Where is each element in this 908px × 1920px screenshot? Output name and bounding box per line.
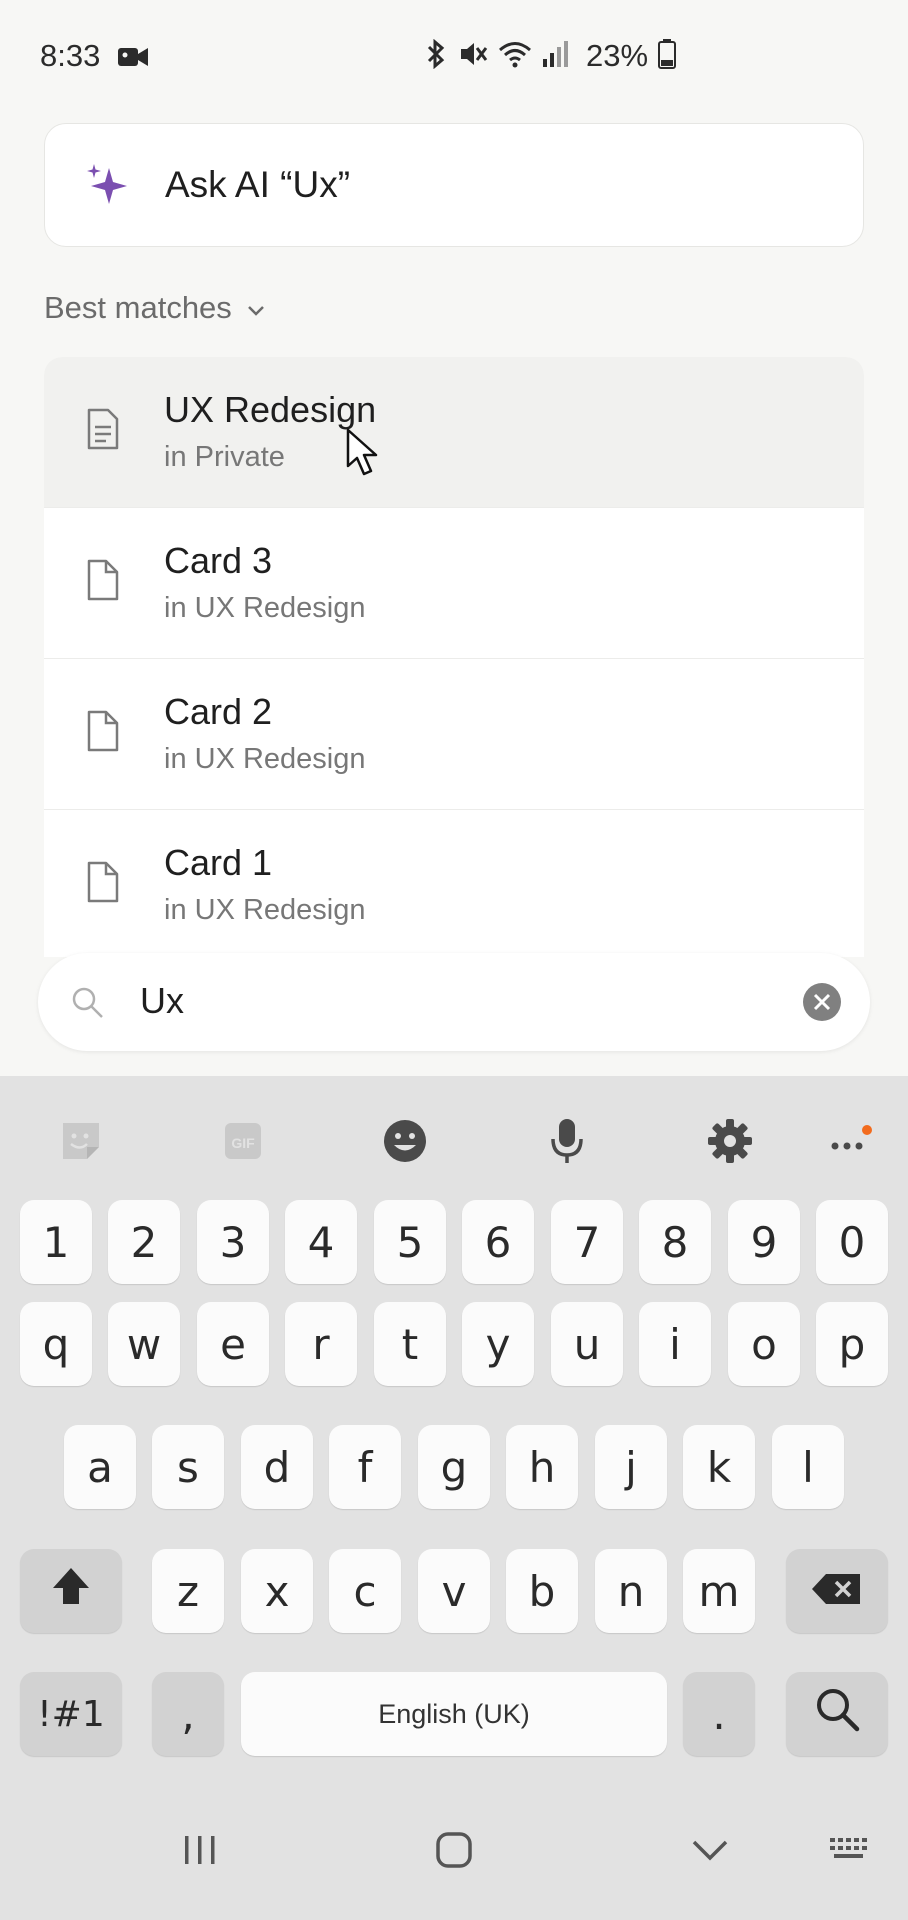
key-3[interactable]: 3: [197, 1200, 269, 1284]
shift-key[interactable]: [20, 1549, 122, 1633]
key-h[interactable]: h: [506, 1425, 578, 1509]
chevron-down-icon: [246, 290, 266, 326]
key-w[interactable]: w: [108, 1302, 180, 1386]
key-l[interactable]: l: [772, 1425, 844, 1509]
keyboard-switch-icon[interactable]: [828, 1830, 874, 1875]
key-1[interactable]: 1: [20, 1200, 92, 1284]
status-bar: 8:33 23%: [0, 0, 908, 112]
bluetooth-icon: [424, 38, 448, 74]
ask-ai-label: Ask AI “Ux”: [165, 164, 351, 205]
best-matches-toggle[interactable]: Best matches: [44, 290, 266, 326]
period-key[interactable]: .: [683, 1672, 755, 1756]
key-s[interactable]: s: [152, 1425, 224, 1509]
search-icon: [813, 1685, 861, 1743]
result-item[interactable]: Card 2 in UX Redesign: [44, 659, 864, 810]
shift-arrow-icon: [49, 1564, 93, 1618]
result-item[interactable]: UX Redesign in Private: [44, 357, 864, 508]
search-input[interactable]: Ux: [140, 980, 184, 1022]
document-lines-icon: [86, 407, 120, 456]
search-bar: Ux: [38, 953, 870, 1051]
mouse-cursor-icon: [346, 428, 382, 483]
home-icon[interactable]: [434, 1830, 474, 1875]
key-m[interactable]: m: [683, 1549, 755, 1633]
gif-icon[interactable]: GIF: [218, 1116, 268, 1166]
key-9[interactable]: 9: [728, 1200, 800, 1284]
more-options-icon[interactable]: [823, 1116, 873, 1166]
result-location: in UX Redesign: [164, 894, 366, 926]
result-item[interactable]: Card 1 in UX Redesign: [44, 810, 864, 957]
backspace-icon: [810, 1567, 864, 1616]
key-x[interactable]: x: [241, 1549, 313, 1633]
key-o[interactable]: o: [728, 1302, 800, 1386]
signal-icon: [542, 39, 568, 74]
video-record-icon: [118, 46, 148, 73]
result-location: in UX Redesign: [164, 743, 366, 775]
result-item[interactable]: Card 3 in UX Redesign: [44, 508, 864, 659]
result-location: in Private: [164, 441, 285, 473]
result-title: Card 1: [164, 842, 273, 883]
document-icon: [86, 558, 120, 607]
key-j[interactable]: j: [595, 1425, 667, 1509]
key-t[interactable]: t: [374, 1302, 446, 1386]
mute-icon: [458, 39, 488, 74]
key-b[interactable]: b: [506, 1549, 578, 1633]
key-5[interactable]: 5: [374, 1200, 446, 1284]
key-g[interactable]: g: [418, 1425, 490, 1509]
results-list: UX Redesign in Private Card 3 in UX Rede…: [44, 357, 864, 957]
key-q[interactable]: q: [20, 1302, 92, 1386]
key-6[interactable]: 6: [462, 1200, 534, 1284]
result-title: UX Redesign: [164, 389, 377, 430]
document-icon: [86, 709, 120, 758]
key-d[interactable]: d: [241, 1425, 313, 1509]
sticker-icon[interactable]: [56, 1116, 106, 1166]
status-icons: 23%: [424, 38, 677, 74]
key-n[interactable]: n: [595, 1549, 667, 1633]
sparkle-icon: [85, 162, 131, 213]
search-icon: [70, 985, 106, 1026]
wifi-icon: [498, 39, 532, 74]
keyboard: GIF 1 2 3 4 5 6 7 8 9 0 q w e r t y u i …: [0, 1076, 908, 1920]
result-location: in UX Redesign: [164, 592, 366, 624]
battery-icon: [658, 38, 677, 74]
key-z[interactable]: z: [152, 1549, 224, 1633]
key-4[interactable]: 4: [285, 1200, 357, 1284]
key-8[interactable]: 8: [639, 1200, 711, 1284]
gear-icon[interactable]: [705, 1116, 755, 1166]
key-k[interactable]: k: [683, 1425, 755, 1509]
key-e[interactable]: e: [197, 1302, 269, 1386]
key-f[interactable]: f: [329, 1425, 401, 1509]
key-p[interactable]: p: [816, 1302, 888, 1386]
clear-search-icon[interactable]: [802, 982, 842, 1027]
key-a[interactable]: a: [64, 1425, 136, 1509]
gif-label: GIF: [231, 1135, 255, 1151]
microphone-icon[interactable]: [542, 1116, 592, 1166]
status-time: 8:33: [40, 38, 101, 73]
key-7[interactable]: 7: [551, 1200, 623, 1284]
key-y[interactable]: y: [462, 1302, 534, 1386]
symbols-key[interactable]: !#1: [20, 1672, 122, 1756]
key-u[interactable]: u: [551, 1302, 623, 1386]
result-title: Card 2: [164, 691, 273, 732]
recent-apps-icon[interactable]: [180, 1830, 220, 1875]
navigation-bar: [0, 1800, 908, 1920]
result-title: Card 3: [164, 540, 273, 581]
emoji-icon[interactable]: [380, 1116, 430, 1166]
keyboard-toolbar: GIF: [0, 1076, 908, 1196]
key-r[interactable]: r: [285, 1302, 357, 1386]
key-i[interactable]: i: [639, 1302, 711, 1386]
comma-key[interactable]: ,: [152, 1672, 224, 1756]
key-0[interactable]: 0: [816, 1200, 888, 1284]
backspace-key[interactable]: [786, 1549, 888, 1633]
key-c[interactable]: c: [329, 1549, 401, 1633]
key-2[interactable]: 2: [108, 1200, 180, 1284]
space-key[interactable]: English (UK): [241, 1672, 667, 1756]
document-icon: [86, 860, 120, 909]
hide-keyboard-icon[interactable]: [690, 1830, 730, 1875]
key-v[interactable]: v: [418, 1549, 490, 1633]
search-key[interactable]: [786, 1672, 888, 1756]
ask-ai-button[interactable]: Ask AI “Ux”: [44, 123, 864, 247]
section-title: Best matches: [44, 290, 232, 325]
battery-percent: 23%: [586, 38, 649, 73]
